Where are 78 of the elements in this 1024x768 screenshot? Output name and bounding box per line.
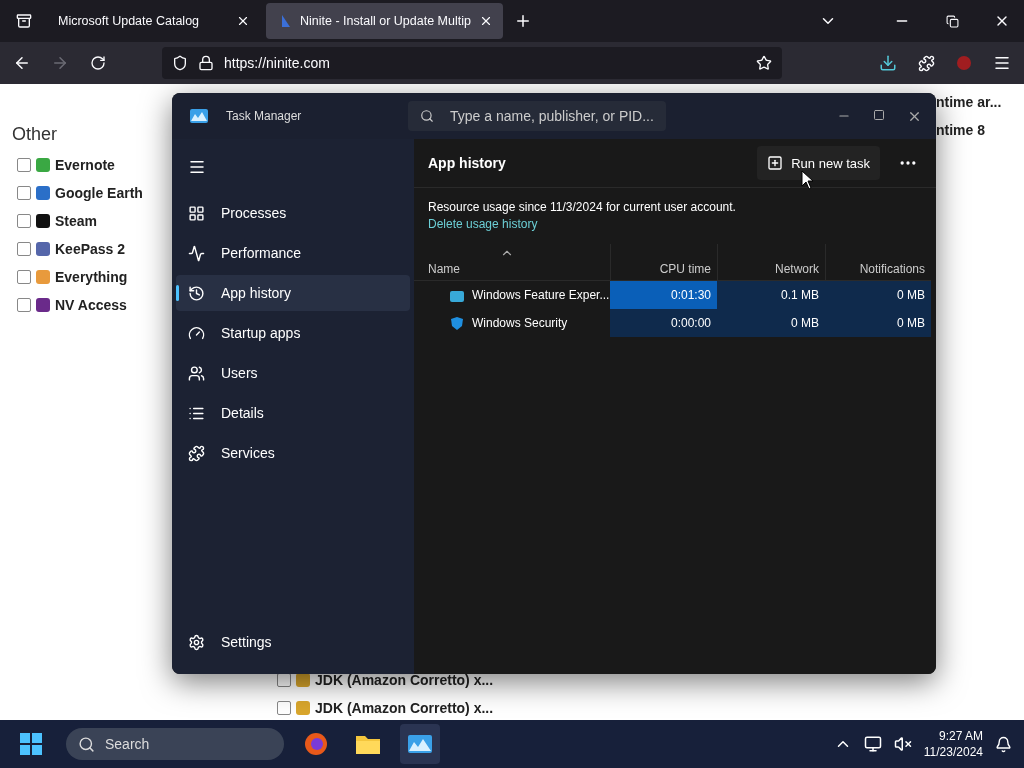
settings-icon [188,633,205,651]
table-cell: Windows Feature Exper... [414,281,610,309]
app-icon [190,109,208,123]
bookmark-star-icon[interactable] [756,55,772,71]
browser-tab[interactable]: Ninite - Install or Update Multip [266,3,503,39]
table-cell: 0 MB [825,281,931,309]
lock-icon [198,55,214,71]
table-cell: Windows Security [414,309,610,337]
section-title: Other [12,124,59,145]
table-cell: 0.1 MB [717,281,825,309]
shield-icon [450,316,464,330]
table-cell: 0:01:30 [610,281,717,309]
page-title: App history [428,155,507,171]
app-label: ntime ar... [936,94,1002,110]
app-logo-icon [36,186,50,200]
puzzle-icon [188,444,205,462]
task-manager-app-icon[interactable] [400,724,440,764]
run-new-task-button[interactable]: Run new task [757,146,880,180]
search-icon [78,735,95,753]
search-icon [420,109,434,123]
maximize-icon[interactable] [873,108,885,121]
checkbox[interactable] [17,242,31,256]
nav-item[interactable]: Details [176,395,410,431]
app-label: ntime 8 [936,122,985,138]
app-label: JDK (Amazon Corretto) x... [315,700,494,716]
window-title: Task Manager [226,109,303,123]
app-logo-icon [36,270,50,284]
app-label: JDK (Amazon Corretto) x... [315,672,494,688]
close-icon[interactable] [236,14,250,28]
checkbox[interactable] [17,270,31,284]
nav-item[interactable]: App history [176,275,410,311]
checkbox[interactable] [17,214,31,228]
pulse-icon [188,244,205,262]
taskbar-search[interactable]: Search [66,728,284,760]
volume-icon[interactable] [893,735,912,753]
checkbox[interactable] [277,701,291,715]
nav-item[interactable]: Users [176,355,410,391]
table-cell: 0:00:00 [610,309,717,337]
app-label: Steam [55,213,98,229]
table-cell: 0 MB [825,309,931,337]
gauge-icon [188,324,205,342]
description-text: Resource usage since 11/3/2024 for current user account. [427,199,737,214]
app-logo-icon [36,158,50,172]
url-text: https://ninite.com [224,55,330,71]
shield-icon [172,55,188,71]
app-label: Google Earth [55,185,143,201]
app-label: NV Access [55,297,127,313]
nav-item[interactable]: Processes [176,195,410,231]
app-logo-icon [36,242,50,256]
clock[interactable]: 9:27 AM 11/23/2024 [923,728,983,760]
app-icon [450,288,464,302]
delete-history-link[interactable]: Delete usage history [428,217,538,231]
start-icon[interactable] [20,733,42,755]
mouse-pointer-icon [801,170,815,190]
nav-item[interactable]: Services [176,435,410,471]
settings-item[interactable]: Settings [176,624,410,660]
nav-item[interactable]: Performance [176,235,410,271]
address-bar[interactable]: https://ninite.com [162,47,782,79]
history-icon [188,284,205,302]
users-icon [188,364,205,382]
notification-bell-icon[interactable] [995,735,1012,753]
browser-tab[interactable]: Microsoft Update Catalog [44,3,260,39]
app-logo-icon [36,214,50,228]
search-field[interactable]: Type a name, publisher, or PID... [408,101,666,131]
checkbox[interactable] [17,186,31,200]
add-task-icon [767,155,784,171]
app-label: KeePass 2 [55,241,126,257]
column-header[interactable]: Name [414,244,610,281]
favicon-icon [280,14,292,28]
app-logo-icon [296,701,310,715]
grid-icon [188,204,205,222]
app-label: Everything [55,269,128,285]
nav-item[interactable]: Startup apps [176,315,410,351]
checkbox[interactable] [17,158,31,172]
table-cell: 0 MB [717,309,825,337]
app-label: Evernote [55,157,115,173]
checkbox[interactable] [17,298,31,312]
app-logo-icon [36,298,50,312]
